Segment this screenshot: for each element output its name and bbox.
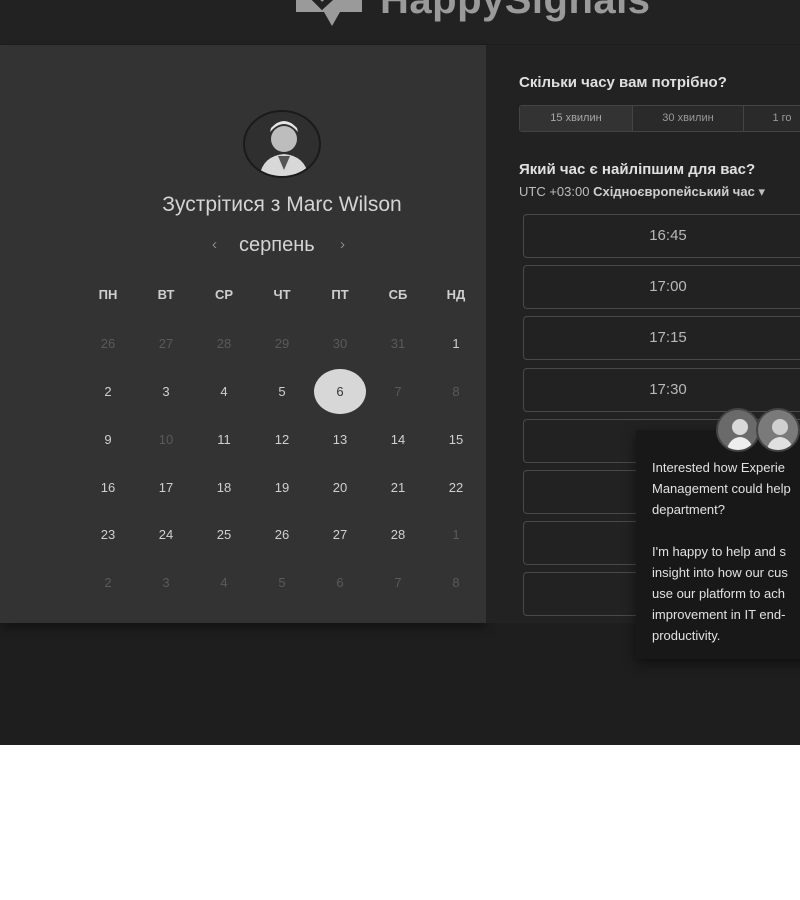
- duration-option-30[interactable]: 30 хвилин: [633, 106, 744, 131]
- calendar-day: 4: [220, 575, 228, 590]
- calendar-day: 8: [452, 575, 460, 590]
- calendar-day: 7: [394, 384, 402, 399]
- calendar-day[interactable]: 16: [88, 478, 128, 498]
- chat-agent-avatar: [716, 408, 760, 452]
- calendar-day[interactable]: 11: [204, 430, 244, 450]
- calendar-day: 31: [390, 336, 406, 351]
- calendar-day: 29: [274, 336, 290, 351]
- weekday-label: ПТ: [331, 287, 349, 302]
- calendar-day[interactable]: 19: [262, 478, 302, 498]
- calendar-day[interactable]: 4: [204, 382, 244, 402]
- calendar-day[interactable]: 23: [88, 525, 128, 545]
- calendar-day[interactable]: 25: [204, 525, 244, 545]
- calendar-day: 6: [336, 575, 344, 590]
- duration-option-60[interactable]: 1 го: [744, 106, 800, 131]
- chat-agent-avatar: [756, 408, 800, 452]
- caret-down-icon: ▾: [758, 184, 765, 199]
- calendar-day: 10: [158, 432, 174, 447]
- time-question: Який час є найліпшим для вас?: [519, 161, 756, 178]
- weekday-label: ВТ: [157, 287, 175, 302]
- calendar-day[interactable]: 15: [436, 430, 476, 450]
- chat-popup[interactable]: Interested how Experie Management could …: [636, 430, 800, 659]
- calendar-day[interactable]: 24: [146, 525, 186, 545]
- calendar-day[interactable]: 21: [378, 478, 418, 498]
- duration-option-15[interactable]: 15 хвилин: [520, 106, 633, 131]
- calendar-day: 1: [452, 527, 460, 542]
- calendar-day: 28: [216, 336, 232, 351]
- chevron-left-icon[interactable]: ‹: [212, 236, 217, 253]
- calendar-day[interactable]: 20: [320, 478, 360, 498]
- timezone-offset: UTC +03:00: [519, 184, 590, 199]
- time-slot[interactable]: 17:15: [523, 316, 800, 360]
- duration-question: Скільки часу вам потрібно?: [519, 74, 727, 91]
- month-navigator: ‹ серпень ›: [212, 234, 352, 258]
- meeting-title: Зустрітися з Marc Wilson: [162, 193, 402, 216]
- calendar-day[interactable]: 13: [320, 430, 360, 450]
- header: HappySignals: [0, 0, 800, 44]
- weekday-label: НД: [446, 287, 466, 302]
- calendar-day[interactable]: 22: [436, 478, 476, 498]
- time-slot[interactable]: 17:30: [523, 368, 800, 412]
- calendar-day[interactable]: 26: [262, 525, 302, 545]
- calendar-day: 30: [332, 336, 348, 351]
- time-slot[interactable]: 16:45: [523, 214, 800, 258]
- calendar-day: 5: [278, 575, 286, 590]
- calendar-day: 8: [452, 384, 460, 399]
- timezone-select[interactable]: UTC +03:00 Східноєвропейський час ▾: [519, 184, 765, 200]
- calendar-day: 27: [158, 336, 174, 351]
- calendar-day[interactable]: 9: [88, 430, 128, 450]
- weekday-label: ЧТ: [273, 287, 291, 302]
- time-slot[interactable]: 17:00: [523, 265, 800, 309]
- weekday-label: СР: [214, 287, 234, 302]
- speech-bubble-check-icon: [296, 0, 362, 26]
- timezone-name: Східноєвропейський час: [593, 184, 755, 199]
- calendar-day[interactable]: 1: [436, 334, 476, 354]
- calendar-day: 2: [104, 575, 112, 590]
- calendar-day: 26: [100, 336, 116, 351]
- calendar-day[interactable]: 18: [204, 478, 244, 498]
- person-avatar-icon: [243, 110, 321, 178]
- chevron-right-icon[interactable]: ›: [340, 236, 345, 253]
- duration-selector: 15 хвилин 30 хвилин 1 го: [519, 105, 800, 132]
- weekday-label: ПН: [98, 287, 118, 302]
- calendar-day[interactable]: 5: [262, 382, 302, 402]
- calendar-day[interactable]: 12: [262, 430, 302, 450]
- calendar-day-selected[interactable]: 6: [320, 382, 360, 402]
- calendar-day[interactable]: 28: [378, 525, 418, 545]
- brand-logo-text[interactable]: HappySignals: [380, 0, 651, 23]
- weekday-label: СБ: [388, 287, 408, 302]
- calendar-day[interactable]: 17: [146, 478, 186, 498]
- month-label: серпень: [239, 234, 315, 256]
- calendar-day[interactable]: 27: [320, 525, 360, 545]
- calendar-day[interactable]: 3: [146, 382, 186, 402]
- calendar-day[interactable]: 14: [378, 430, 418, 450]
- chat-message: Interested how Experie Management could …: [652, 460, 791, 643]
- calendar-day: 7: [394, 575, 402, 590]
- calendar-day[interactable]: 2: [88, 382, 128, 402]
- calendar-day: 3: [162, 575, 170, 590]
